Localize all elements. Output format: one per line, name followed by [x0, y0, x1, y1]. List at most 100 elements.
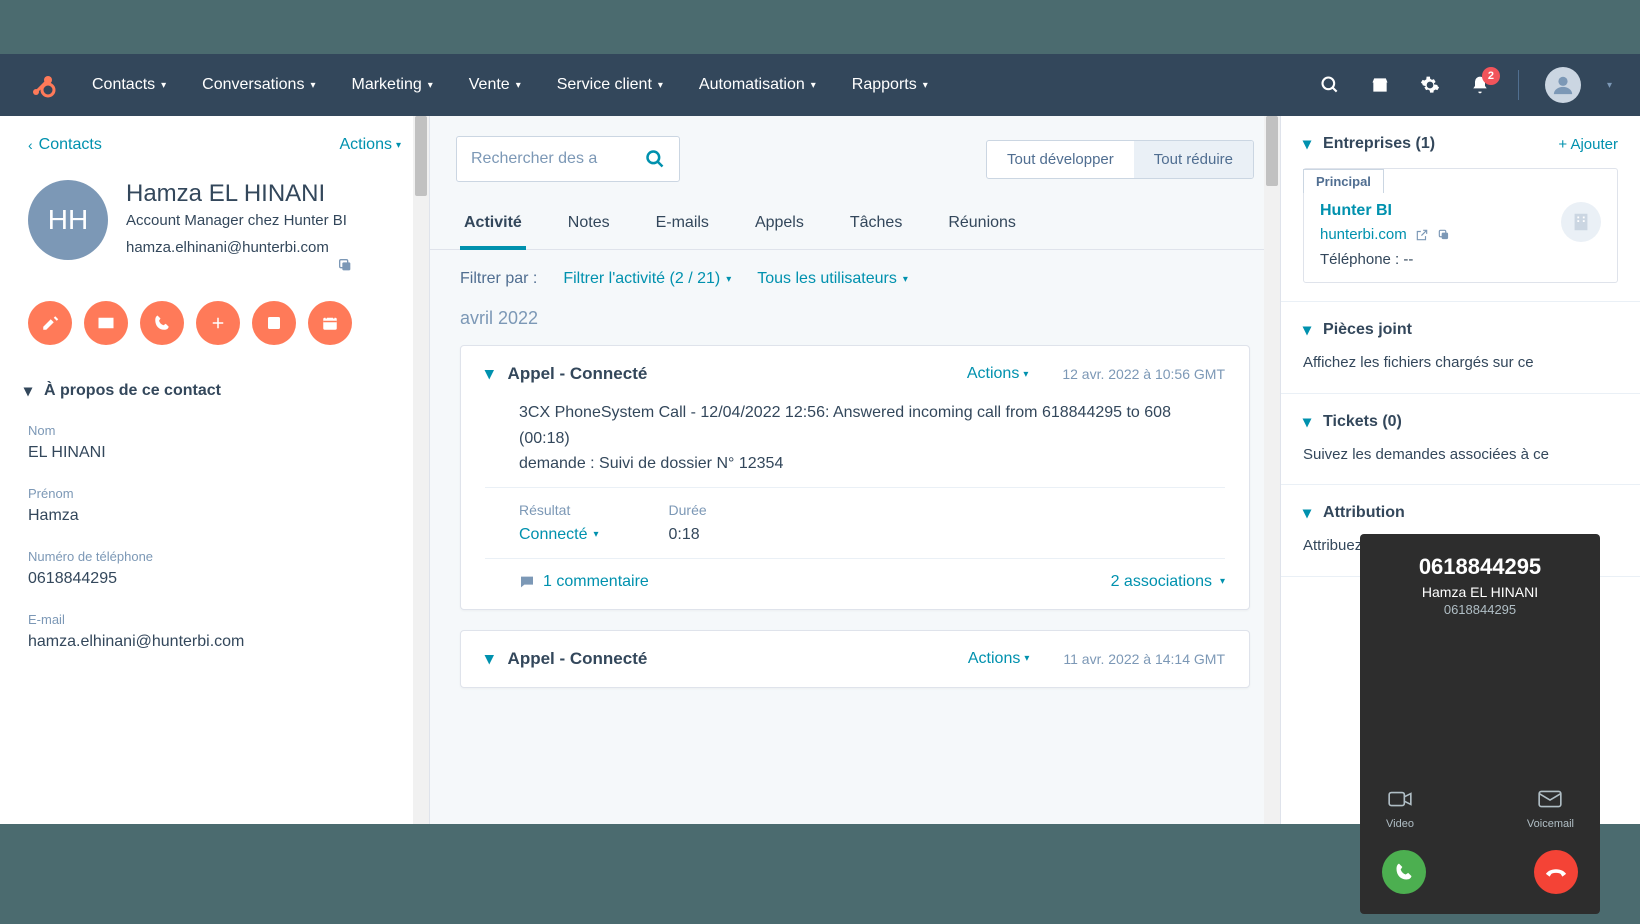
call-button[interactable] — [140, 301, 184, 345]
meeting-button[interactable] — [308, 301, 352, 345]
contact-email: hamza.elhinani@hunterbi.com — [126, 237, 329, 258]
contact-avatar: HH — [28, 180, 108, 260]
duration-label: Durée — [669, 502, 707, 518]
voicemail-button[interactable]: Voicemail — [1527, 786, 1574, 830]
contact-name: Hamza EL HINANI — [126, 180, 401, 208]
principal-badge: Principal — [1303, 169, 1384, 193]
attribution-section-toggle[interactable]: ▾Attribution — [1303, 503, 1405, 523]
filter-label: Filtrer par : — [460, 270, 537, 288]
field-value-prenom[interactable]: Hamza — [28, 507, 401, 525]
call-sub-number: 0618844295 — [1444, 602, 1516, 617]
left-sidebar: ‹Contacts Actions▾ HH Hamza EL HINANI Ac… — [0, 116, 430, 824]
filter-activity-dropdown[interactable]: Filtrer l'activité (2 / 21)▾ — [563, 270, 731, 288]
collapse-all-button[interactable]: Tout réduire — [1134, 141, 1253, 178]
comments-link[interactable]: 1 commentaire — [519, 573, 649, 591]
result-value-dropdown[interactable]: Connecté▾ — [519, 526, 599, 544]
back-to-contacts[interactable]: ‹Contacts — [28, 136, 102, 154]
company-domain-link[interactable]: hunterbi.com — [1320, 226, 1407, 243]
field-value-nom[interactable]: EL HINANI — [28, 444, 401, 462]
tab-notes[interactable]: Notes — [564, 204, 614, 249]
duration-value: 0:18 — [669, 526, 707, 544]
field-value-email[interactable]: hamza.elhinani@hunterbi.com — [28, 633, 401, 651]
nav-conversations[interactable]: Conversations▾ — [202, 76, 315, 94]
email-button[interactable] — [84, 301, 128, 345]
hubspot-logo[interactable] — [28, 70, 58, 100]
contact-actions-dropdown[interactable]: Actions▾ — [340, 136, 402, 154]
scrollbar[interactable] — [413, 116, 429, 824]
video-button[interactable]: Video — [1386, 786, 1414, 830]
companies-section-toggle[interactable]: ▾Entreprises (1) — [1303, 134, 1435, 154]
settings-icon[interactable] — [1418, 73, 1442, 97]
search-icon[interactable] — [645, 149, 665, 169]
company-phone: Téléphone : -- — [1320, 251, 1451, 268]
answer-call-button[interactable] — [1382, 850, 1426, 894]
user-menu-chevron[interactable]: ▾ — [1607, 80, 1612, 91]
scrollbar[interactable] — [1264, 116, 1280, 824]
card-body-line: demande : Suivi de dossier N° 12354 — [519, 451, 1225, 477]
card-collapse-toggle[interactable]: ▾ — [485, 649, 494, 669]
field-label-email: E-mail — [28, 612, 401, 627]
tab-emails[interactable]: E-mails — [652, 204, 713, 249]
top-nav: Contacts▾ Conversations▾ Marketing▾ Vent… — [0, 54, 1640, 116]
company-card: Principal Hunter BI hunterbi.com Télépho… — [1303, 168, 1618, 283]
comment-icon — [519, 574, 535, 590]
search-icon[interactable] — [1318, 73, 1342, 97]
marketplace-icon[interactable] — [1368, 73, 1392, 97]
card-actions-dropdown[interactable]: Actions▾ — [968, 650, 1030, 668]
nav-rapports[interactable]: Rapports▾ — [852, 76, 928, 94]
add-button[interactable] — [196, 301, 240, 345]
attachments-placeholder-text: Affichez les fichiers chargés sur ce — [1303, 352, 1618, 375]
card-body-line: 3CX PhoneSystem Call - 12/04/2022 12:56:… — [519, 400, 1225, 451]
field-label-phone: Numéro de téléphone — [28, 549, 401, 564]
contact-job-title: Account Manager chez Hunter BI — [126, 212, 401, 229]
tab-reunions[interactable]: Réunions — [944, 204, 1020, 249]
tab-appels[interactable]: Appels — [751, 204, 808, 249]
log-button[interactable] — [252, 301, 296, 345]
decline-call-button[interactable] — [1534, 850, 1578, 894]
call-caller-name: Hamza EL HINANI — [1422, 584, 1538, 600]
card-collapse-toggle[interactable]: ▾ — [485, 364, 494, 384]
copy-icon[interactable] — [337, 257, 353, 273]
card-timestamp: 12 avr. 2022 à 10:56 GMT — [1062, 366, 1225, 382]
activity-card: ▾ Appel - Connecté Actions▾ 11 avr. 2022… — [460, 630, 1250, 688]
company-name-link[interactable]: Hunter BI — [1320, 202, 1451, 220]
tickets-placeholder-text: Suivez les demandes associées à ce — [1303, 444, 1618, 467]
incoming-call-panel: 0618844295 Hamza EL HINANI 0618844295 Vi… — [1360, 534, 1600, 914]
activity-search[interactable] — [456, 136, 680, 182]
call-number: 0618844295 — [1419, 554, 1541, 580]
expand-all-button[interactable]: Tout développer — [987, 141, 1134, 178]
external-link-icon[interactable] — [1415, 228, 1429, 242]
nav-contacts[interactable]: Contacts▾ — [92, 76, 166, 94]
associations-dropdown[interactable]: 2 associations▾ — [1111, 573, 1225, 591]
about-section-toggle[interactable]: ▾À propos de ce contact — [0, 369, 429, 413]
activity-card: ▾ Appel - Connecté Actions▾ 12 avr. 2022… — [460, 345, 1250, 610]
card-title: Appel - Connecté — [508, 364, 648, 384]
search-input[interactable] — [471, 150, 635, 168]
tab-taches[interactable]: Tâches — [846, 204, 906, 249]
nav-automatisation[interactable]: Automatisation▾ — [699, 76, 816, 94]
field-label-prenom: Prénom — [28, 486, 401, 501]
nav-marketing[interactable]: Marketing▾ — [351, 76, 432, 94]
result-label: Résultat — [519, 502, 599, 518]
tickets-section-toggle[interactable]: ▾Tickets (0) — [1303, 412, 1402, 432]
notifications-icon[interactable]: 2 — [1468, 73, 1492, 97]
attachments-section-toggle[interactable]: ▾Pièces joint — [1303, 320, 1412, 340]
card-actions-dropdown[interactable]: Actions▾ — [967, 365, 1029, 383]
field-value-phone[interactable]: 0618844295 — [28, 570, 401, 588]
tab-activite[interactable]: Activité — [460, 204, 526, 250]
voicemail-icon — [1537, 786, 1563, 812]
notification-badge: 2 — [1482, 67, 1500, 85]
add-company-button[interactable]: + Ajouter — [1558, 136, 1618, 153]
video-icon — [1387, 786, 1413, 812]
company-logo-placeholder — [1561, 202, 1601, 242]
nav-vente[interactable]: Vente▾ — [469, 76, 521, 94]
activity-pane: Tout développer Tout réduire Activité No… — [430, 116, 1280, 824]
user-avatar[interactable] — [1545, 67, 1581, 103]
field-label-nom: Nom — [28, 423, 401, 438]
nav-service[interactable]: Service client▾ — [557, 76, 663, 94]
copy-icon[interactable] — [1437, 228, 1451, 242]
filter-users-dropdown[interactable]: Tous les utilisateurs▾ — [757, 270, 908, 288]
card-timestamp: 11 avr. 2022 à 14:14 GMT — [1063, 651, 1225, 667]
card-title: Appel - Connecté — [508, 649, 648, 669]
note-button[interactable] — [28, 301, 72, 345]
